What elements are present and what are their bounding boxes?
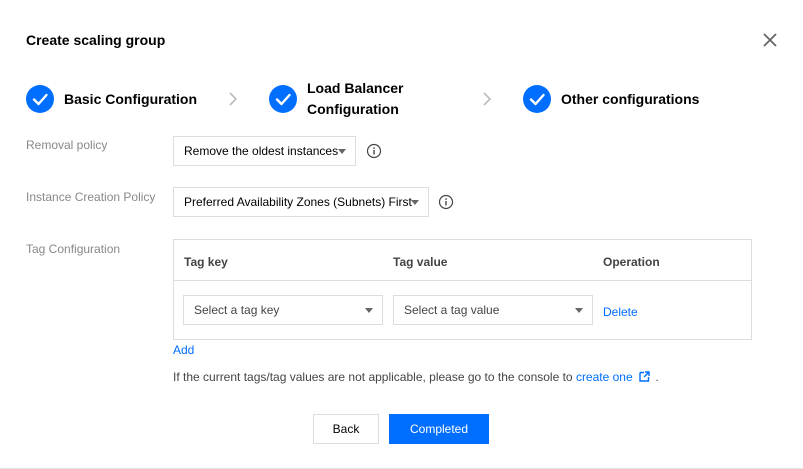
info-icon[interactable] <box>366 143 382 159</box>
chevron-right-icon <box>483 92 492 106</box>
instance-creation-policy-label: Instance Creation Policy <box>26 190 156 204</box>
column-header-tag-value: Tag value <box>393 255 448 269</box>
check-icon <box>32 93 48 106</box>
check-icon <box>529 93 545 106</box>
step-2-label-line1: Load Balancer <box>307 80 404 96</box>
delete-tag-link[interactable]: Delete <box>603 305 638 319</box>
tag-hint-text: If the current tags/tag values are not a… <box>173 370 576 384</box>
info-icon[interactable] <box>438 194 454 210</box>
column-header-tag-key: Tag key <box>184 255 228 269</box>
column-header-operation: Operation <box>603 255 660 269</box>
instance-creation-policy-select[interactable]: Preferred Availability Zones (Subnets) F… <box>173 187 429 217</box>
tag-value-placeholder: Select a tag value <box>404 303 500 317</box>
tag-hint: If the current tags/tag values are not a… <box>173 370 659 384</box>
caret-down-icon <box>338 149 346 154</box>
tag-hint-end: . <box>655 370 659 384</box>
tag-key-placeholder: Select a tag key <box>194 303 280 317</box>
step-2-check-icon <box>269 85 297 113</box>
step-3-label: Other configurations <box>561 91 700 107</box>
add-tag-link[interactable]: Add <box>173 343 194 357</box>
step-3-check-icon <box>523 85 551 113</box>
check-icon <box>275 93 291 106</box>
tag-key-select[interactable]: Select a tag key <box>183 295 383 325</box>
tag-table-header: Tag key Tag value Operation <box>174 240 751 281</box>
removal-policy-select[interactable]: Remove the oldest instances <box>173 136 356 166</box>
caret-down-icon <box>411 200 419 205</box>
external-link-icon[interactable] <box>639 371 650 382</box>
step-1-label: Basic Configuration <box>64 91 198 107</box>
tag-table: Tag key Tag value Operation Select a tag… <box>173 239 752 340</box>
instance-creation-policy-value: Preferred Availability Zones (Subnets) F… <box>184 195 412 209</box>
dialog-title: Create scaling group <box>26 32 166 48</box>
caret-down-icon <box>575 308 583 313</box>
removal-policy-label: Removal policy <box>26 138 108 152</box>
create-one-link[interactable]: create one <box>576 370 633 384</box>
caret-down-icon <box>365 308 373 313</box>
back-button[interactable]: Back <box>313 414 379 444</box>
close-icon[interactable] <box>760 30 780 50</box>
completed-button[interactable]: Completed <box>389 414 489 444</box>
chevron-right-icon <box>229 92 238 106</box>
removal-policy-value: Remove the oldest instances <box>184 144 339 158</box>
step-2-label-line2: Configuration <box>307 101 399 117</box>
create-scaling-group-dialog: Create scaling group Basic Configuration… <box>0 0 803 469</box>
tag-value-select[interactable]: Select a tag value <box>393 295 593 325</box>
tag-configuration-label: Tag Configuration <box>26 242 121 256</box>
step-1-check-icon <box>26 85 54 113</box>
